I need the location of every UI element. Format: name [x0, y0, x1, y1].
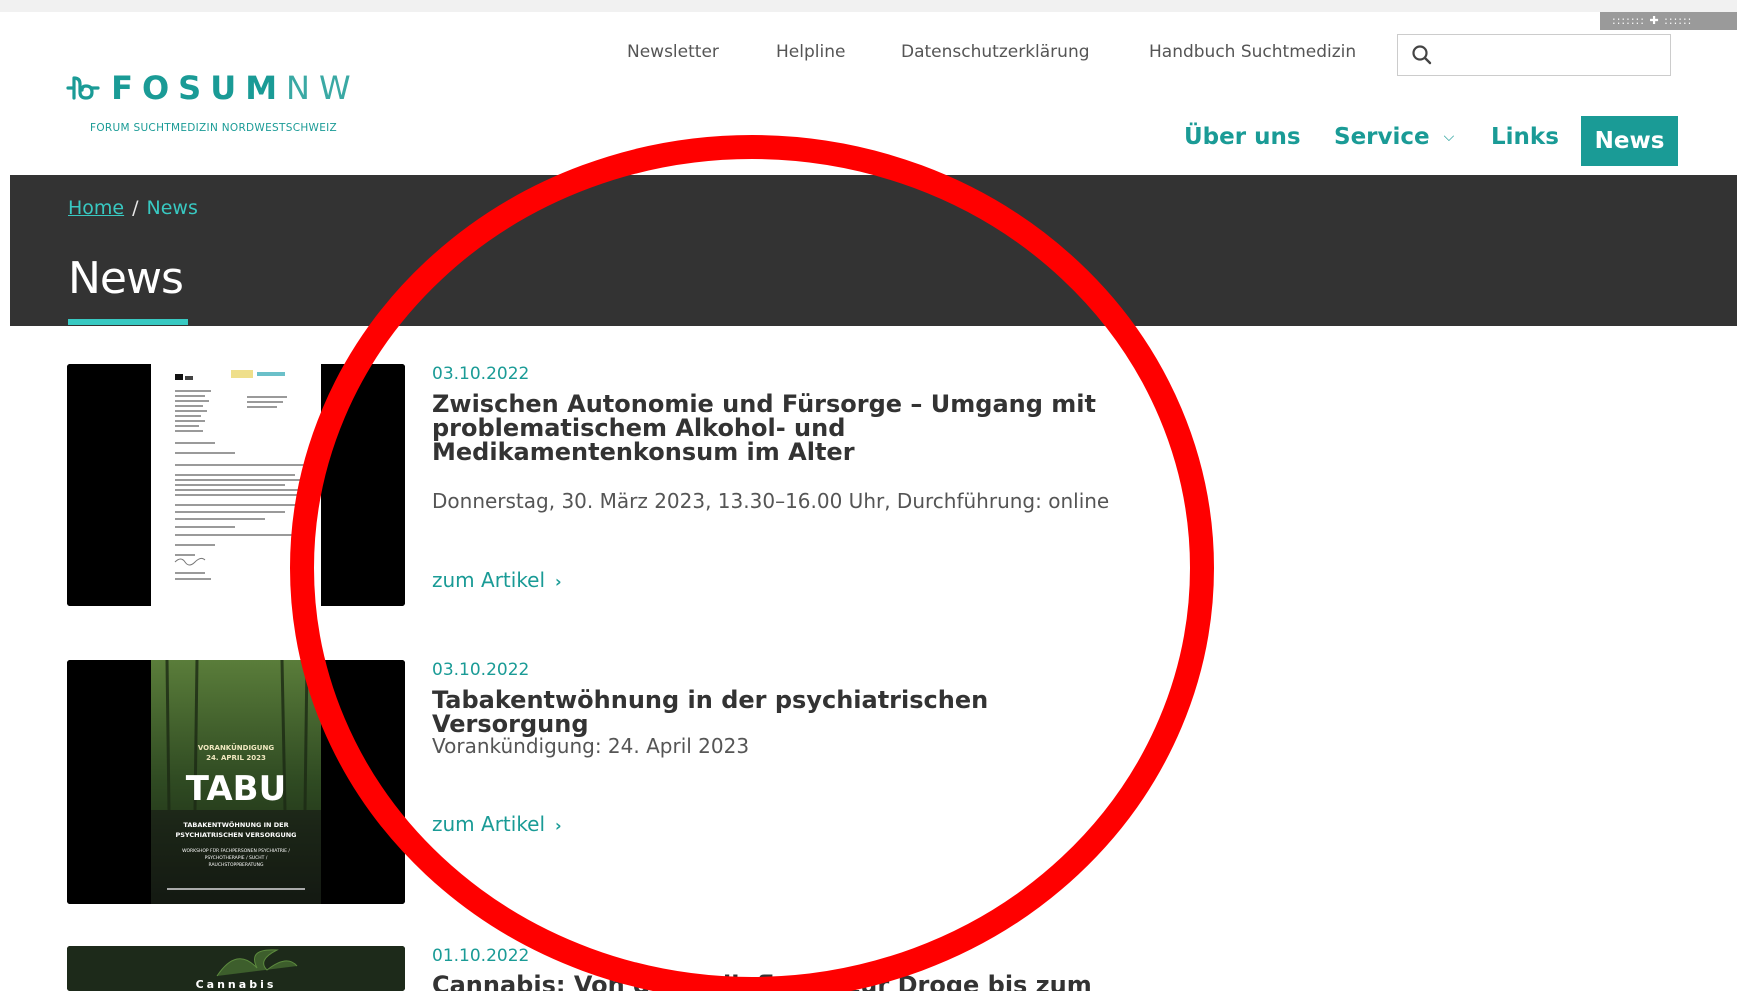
- forest-poster-image: VORANKÜNDIGUNG 24. APRIL 2023 TABU TABAK…: [67, 660, 405, 904]
- search-icon[interactable]: [1410, 43, 1434, 67]
- article-thumbnail[interactable]: [67, 364, 405, 606]
- article-title[interactable]: Zwischen Autonomie und Fürsorge – Umgang…: [432, 392, 1132, 464]
- read-more-label: zum Artikel: [432, 812, 546, 836]
- title-underline: [68, 319, 188, 325]
- site-logo[interactable]: FOSUMNW: [66, 69, 360, 107]
- read-more-label: zum Artikel: [432, 568, 546, 592]
- article-item: 03.10.2022 Zwischen Autonomie und Fürsor…: [67, 364, 1127, 624]
- logo-icon: [66, 76, 100, 100]
- breadcrumb-current: News: [146, 197, 198, 219]
- site-header: FOSUMNW FORUM SUCHTMEDIZIN NORDWESTSCHWE…: [0, 12, 1737, 175]
- article-description: Vorankündigung: 24. April 2023: [432, 734, 750, 758]
- page-banner: Home / News News: [10, 175, 1737, 326]
- chevron-right-icon: ›: [555, 572, 562, 591]
- util-link-datenschutz[interactable]: Datenschutzerklärung: [901, 42, 1090, 62]
- thumb-label: Cannabis: [196, 978, 277, 991]
- logo-wordmark: FOSUMNW: [111, 69, 360, 107]
- nav-ueber-uns[interactable]: Über uns: [1184, 124, 1301, 150]
- article-title[interactable]: Cannabis: Von der Heilpflanze zur Droge …: [432, 973, 1127, 991]
- thumb-announce: VORANKÜNDIGUNG: [198, 743, 274, 752]
- nav-service[interactable]: Service ⌵: [1334, 124, 1454, 150]
- chevron-down-icon: ⌵: [1443, 129, 1455, 145]
- thumb-sub1: TABAKENTWÖHNUNG IN DER: [183, 820, 288, 829]
- corner-widget[interactable]: ::::::: ✚ ::::::: [1600, 12, 1737, 30]
- nav-service-label: Service: [1334, 124, 1430, 150]
- article-read-more-link[interactable]: zum Artikel ›: [432, 568, 562, 592]
- util-link-helpline[interactable]: Helpline: [776, 42, 845, 62]
- article-item: Cannabis 01.10.2022 Cannabis: Von der He…: [67, 946, 1127, 991]
- nav-links[interactable]: Links: [1491, 124, 1559, 150]
- breadcrumb-home[interactable]: Home: [68, 197, 124, 219]
- article-title[interactable]: Tabakentwöhnung in der psychiatrischen V…: [432, 688, 1132, 736]
- logo-tagline: FORUM SUCHTMEDIZIN NORDWESTSCHWEIZ: [90, 122, 338, 134]
- breadcrumb: Home / News: [68, 197, 198, 219]
- breadcrumb-separator: /: [132, 197, 139, 219]
- search-input[interactable]: [1442, 41, 1662, 69]
- util-link-handbuch[interactable]: Handbuch Suchtmedizin: [1149, 42, 1356, 62]
- article-date: 03.10.2022: [432, 660, 530, 680]
- thumb-big-title: TABU: [186, 769, 286, 809]
- chevron-right-icon: ›: [555, 816, 562, 835]
- util-link-newsletter[interactable]: Newsletter: [627, 42, 719, 62]
- document-thumbnail-image: [67, 364, 405, 606]
- nav-news[interactable]: News: [1581, 116, 1678, 166]
- article-date: 01.10.2022: [432, 946, 530, 966]
- article-thumbnail[interactable]: VORANKÜNDIGUNG 24. APRIL 2023 TABU TABAK…: [67, 660, 405, 904]
- article-item: VORANKÜNDIGUNG 24. APRIL 2023 TABU TABAK…: [67, 660, 1127, 910]
- thumb-announce-date: 24. APRIL 2023: [206, 754, 266, 762]
- thumb-sub2: PSYCHIATRISCHEN VERSORGUNG: [175, 831, 296, 839]
- article-thumbnail[interactable]: Cannabis: [67, 946, 405, 991]
- cannabis-thumbnail-image: Cannabis: [67, 946, 405, 991]
- thumb-sub4: PSYCHOTHERAPIE / SUCHT /: [205, 855, 268, 861]
- article-read-more-link[interactable]: zum Artikel ›: [432, 812, 562, 836]
- article-date: 03.10.2022: [432, 364, 530, 384]
- article-description: Donnerstag, 30. März 2023, 13.30–16.00 U…: [432, 489, 1110, 513]
- search-box[interactable]: [1397, 34, 1671, 76]
- thumb-sub5: RAUCHSTOPPBERATUNG: [209, 862, 264, 868]
- thumb-sub3: WORKSHOP FÜR FACHPERSONEN PSYCHIATRIE /: [182, 847, 290, 854]
- top-strip: [0, 0, 1737, 12]
- page-title: News: [68, 253, 184, 304]
